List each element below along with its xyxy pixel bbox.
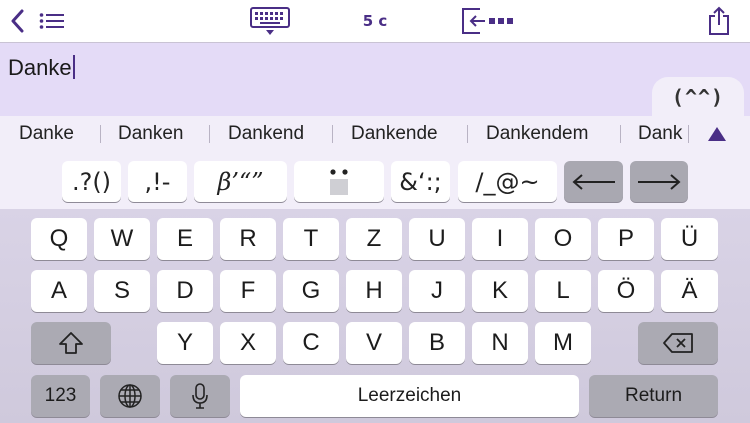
shift-icon xyxy=(59,332,83,354)
suggestion-item[interactable]: Danken xyxy=(118,116,184,152)
symbols-row: .?() ,!- β’“” &‘:; /_@~ xyxy=(0,152,750,209)
microphone-icon xyxy=(192,383,208,409)
key-k[interactable]: K xyxy=(472,270,528,312)
key-v[interactable]: V xyxy=(346,322,402,364)
shift-button[interactable] xyxy=(31,322,111,364)
top-toolbar: 5 c xyxy=(0,0,750,43)
key-l[interactable]: L xyxy=(535,270,591,312)
key-o-umlaut[interactable]: Ö xyxy=(598,270,654,312)
symbol-key-amp[interactable]: &‘:; xyxy=(391,161,450,202)
back-chevron-icon[interactable] xyxy=(6,8,28,34)
arrow-left-icon xyxy=(571,173,615,190)
backspace-icon xyxy=(663,333,693,353)
key-n[interactable]: N xyxy=(472,322,528,364)
key-j[interactable]: J xyxy=(409,270,465,312)
editor-text: Danke xyxy=(8,55,75,81)
return-button[interactable]: Return xyxy=(589,375,718,417)
suggestion-divider xyxy=(332,125,333,143)
move-cursor-icon[interactable] xyxy=(459,6,519,36)
key-u[interactable]: U xyxy=(409,218,465,260)
list-icon[interactable] xyxy=(38,10,66,32)
key-d[interactable]: D xyxy=(157,270,213,312)
suggestion-item[interactable]: Dankendem xyxy=(486,116,588,152)
space-bar[interactable]: Leerzeichen xyxy=(240,375,579,417)
triangle-up-icon[interactable] xyxy=(706,125,728,143)
character-count: 5 c xyxy=(362,12,388,30)
key-x[interactable]: X xyxy=(220,322,276,364)
suggestion-divider xyxy=(100,125,101,143)
key-c[interactable]: C xyxy=(283,322,339,364)
key-h[interactable]: H xyxy=(346,270,402,312)
key-e[interactable]: E xyxy=(157,218,213,260)
keyboard: Q W E R T Z U I O P Ü A S D F G H J K L … xyxy=(0,209,750,423)
suggestion-item[interactable]: Dank xyxy=(638,116,688,152)
key-u-umlaut[interactable]: Ü xyxy=(661,218,718,260)
emoticon-tab[interactable]: (^^) xyxy=(652,77,744,116)
globe-button[interactable] xyxy=(100,375,160,417)
umlaut-dots-icon xyxy=(330,168,348,195)
key-o[interactable]: O xyxy=(535,218,591,260)
umlaut-key[interactable] xyxy=(294,161,384,202)
symbol-key-quotes[interactable]: β’“” xyxy=(194,161,287,202)
suggestion-divider xyxy=(209,125,210,143)
dictation-button[interactable] xyxy=(170,375,230,417)
key-y[interactable]: Y xyxy=(157,322,213,364)
arrow-right-icon xyxy=(638,173,681,190)
keyboard-dismiss-icon[interactable] xyxy=(248,6,292,36)
text-editor[interactable]: Danke (^^) xyxy=(0,43,750,116)
symbol-key-punctuation[interactable]: .?() xyxy=(62,161,121,202)
key-f[interactable]: F xyxy=(220,270,276,312)
cursor-left-button[interactable] xyxy=(564,161,623,202)
suggestion-item[interactable]: Dankende xyxy=(351,116,438,152)
key-s[interactable]: S xyxy=(94,270,150,312)
globe-icon xyxy=(118,384,142,408)
backspace-button[interactable] xyxy=(638,322,718,364)
numbers-button[interactable]: 123 xyxy=(31,375,90,417)
suggestion-divider xyxy=(467,125,468,143)
key-r[interactable]: R xyxy=(220,218,276,260)
key-z[interactable]: Z xyxy=(346,218,402,260)
suggestion-bar: Danke Danken Dankend Dankende Dankendem … xyxy=(0,116,750,152)
share-icon[interactable] xyxy=(706,5,732,37)
text-cursor xyxy=(72,55,75,79)
symbol-key-slash[interactable]: /_@~ xyxy=(458,161,557,202)
key-a[interactable]: A xyxy=(31,270,87,312)
suggestion-divider xyxy=(620,125,621,143)
key-a-umlaut[interactable]: Ä xyxy=(661,270,718,312)
key-q[interactable]: Q xyxy=(31,218,87,260)
symbol-key-punctuation2[interactable]: ,!- xyxy=(128,161,187,202)
key-g[interactable]: G xyxy=(283,270,339,312)
typed-text: Danke xyxy=(8,55,72,80)
key-p[interactable]: P xyxy=(598,218,654,260)
key-i[interactable]: I xyxy=(472,218,528,260)
suggestion-divider xyxy=(688,125,689,143)
key-t[interactable]: T xyxy=(283,218,339,260)
cursor-right-button[interactable] xyxy=(630,161,688,202)
key-b[interactable]: B xyxy=(409,322,465,364)
key-m[interactable]: M xyxy=(535,322,591,364)
suggestion-item[interactable]: Danke xyxy=(19,116,74,152)
key-w[interactable]: W xyxy=(94,218,150,260)
suggestion-item[interactable]: Dankend xyxy=(228,116,304,152)
